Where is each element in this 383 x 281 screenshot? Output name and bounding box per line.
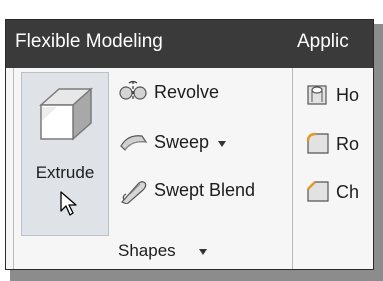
extrude-button[interactable]: Extrude: [21, 72, 109, 236]
extrude-icon: [39, 87, 93, 141]
creo-window: Flexible Modeling Applic Extrude Revolve…: [5, 19, 374, 270]
swept-blend-label: Swept Blend: [154, 180, 256, 200]
group-divider: [292, 68, 293, 269]
chamfer-icon: [307, 181, 329, 202]
mouse-pointer-icon: [60, 191, 77, 216]
chamfer-label: Ch: [336, 182, 360, 202]
round-icon: [306, 132, 329, 154]
swept-blend-icon: [120, 181, 147, 204]
shapes-group-label[interactable]: Shapes: [118, 241, 176, 261]
revolve-label: Revolve: [154, 82, 220, 102]
hole-label: Ho: [336, 85, 360, 105]
ribbon-left-divider: [13, 68, 14, 269]
ribbon-tab-bar: Flexible Modeling Applic: [6, 20, 373, 68]
sweep-dropdown-arrow-icon[interactable]: [218, 141, 226, 147]
tab-flexible-modeling[interactable]: Flexible Modeling: [15, 31, 163, 53]
revolve-icon: [119, 80, 147, 101]
sweep-label: Sweep: [154, 132, 210, 152]
round-label: Ro: [336, 134, 360, 154]
shapes-group-dropdown-icon[interactable]: [199, 249, 207, 255]
sweep-icon: [120, 135, 148, 151]
hole-icon: [307, 85, 327, 105]
ribbon-panel: Extrude Revolve Sweep Swept Blend Shapes…: [6, 68, 373, 269]
tab-applications[interactable]: Applic: [297, 31, 349, 53]
extrude-label: Extrude: [35, 163, 95, 182]
